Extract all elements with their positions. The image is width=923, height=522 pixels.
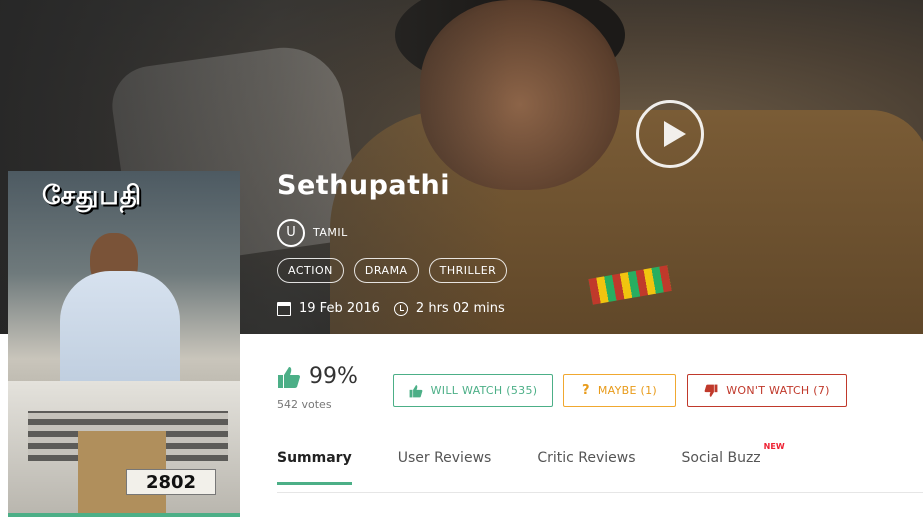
genre-tag-thriller[interactable]: THRILLER	[428, 258, 508, 283]
rating-summary: 99%	[277, 364, 358, 389]
genre-tag-drama[interactable]: DRAMA	[353, 258, 419, 283]
tab-bar: Summary User Reviews Critic Reviews Soci…	[277, 442, 807, 485]
thumbs-down-icon	[704, 384, 718, 397]
rating-percent: 99%	[309, 364, 358, 389]
tab-divider	[277, 492, 923, 493]
language-label: TAMIL	[313, 226, 348, 239]
vote-count: 542 votes	[277, 398, 332, 411]
tab-social-buzz[interactable]: Social Buzz NEW	[681, 442, 785, 485]
new-badge: NEW	[763, 442, 785, 451]
movie-title: Sethupathi	[277, 170, 451, 201]
release-info: 19 Feb 2016 2 hrs 02 mins	[277, 301, 505, 316]
release-date: 19 Feb 2016	[299, 301, 380, 316]
genre-list: ACTION DRAMA THRILLER	[277, 258, 508, 283]
movie-poster: சேதுபதி 2802	[8, 171, 240, 517]
maybe-label: MAYBE (1)	[597, 384, 657, 397]
wont-watch-label: WON'T WATCH (7)	[726, 384, 830, 397]
play-trailer-icon[interactable]	[636, 100, 704, 168]
duration: 2 hrs 02 mins	[415, 301, 505, 316]
question-mark-icon: ?	[582, 383, 590, 398]
thumbs-up-icon	[278, 366, 300, 388]
wont-watch-button[interactable]: WON'T WATCH (7)	[687, 374, 847, 407]
calendar-icon	[277, 301, 291, 316]
tab-social-buzz-label: Social Buzz	[681, 450, 761, 466]
will-watch-button[interactable]: WILL WATCH (535)	[393, 374, 553, 407]
genre-tag-action[interactable]: ACTION	[277, 258, 344, 283]
tab-user-reviews[interactable]: User Reviews	[398, 450, 492, 485]
tab-critic-reviews[interactable]: Critic Reviews	[537, 450, 635, 485]
maybe-button[interactable]: ? MAYBE (1)	[563, 374, 676, 407]
poster-license-plate: 2802	[126, 469, 216, 495]
certificate-badge: U	[277, 219, 305, 247]
will-watch-label: WILL WATCH (535)	[430, 384, 538, 397]
poster-title: சேதுபதி	[42, 181, 143, 211]
thumbs-up-icon	[409, 384, 423, 397]
clock-icon	[393, 301, 408, 316]
tab-summary[interactable]: Summary	[277, 450, 352, 485]
